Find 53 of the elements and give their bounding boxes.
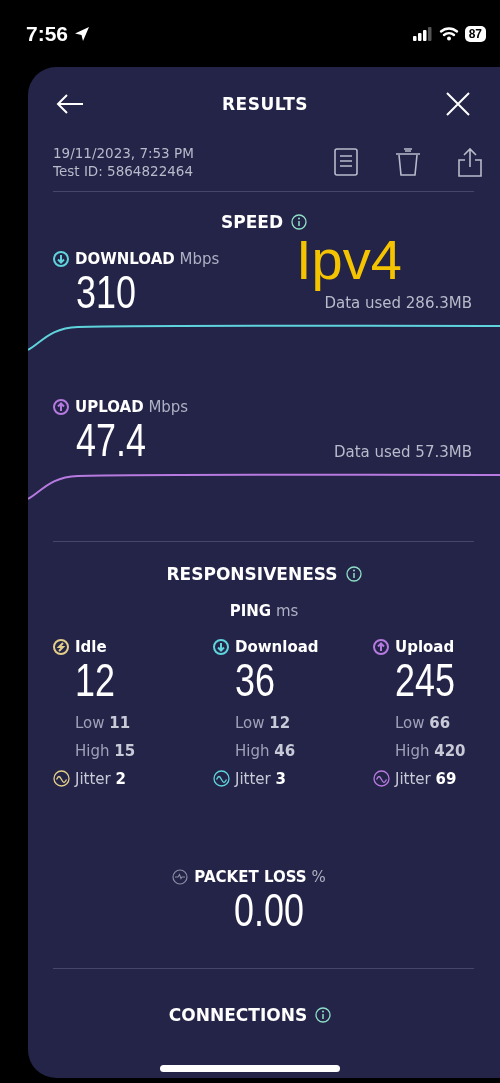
close-button[interactable] <box>446 92 470 116</box>
back-button[interactable] <box>56 93 84 115</box>
high-value: High 46 <box>234 741 297 760</box>
low-value: Low 11 <box>74 713 132 732</box>
data-used: Data used 286.3MB <box>324 294 472 313</box>
wifi-icon <box>438 26 459 41</box>
jitter-value: Jitter 2 <box>75 769 126 788</box>
ping-value: 36 <box>235 655 275 704</box>
section-title: SPEED <box>220 212 283 232</box>
wave-circle-icon <box>213 770 230 788</box>
screen-title: RESULTS <box>221 94 309 114</box>
annotation-text: Ipv4 <box>296 227 402 292</box>
ping-type-label: Idle <box>75 637 107 656</box>
metric-label: UPLOAD Mbps <box>75 398 189 417</box>
pulse-circle-icon <box>172 868 189 885</box>
details-button[interactable] <box>334 148 358 176</box>
signal-icon <box>412 26 433 41</box>
test-date: 19/11/2023, 7:53 PM <box>53 145 194 161</box>
battery-level: 87 <box>464 25 486 42</box>
wave-circle-icon <box>53 770 70 788</box>
high-value: High 420 <box>394 741 467 760</box>
wave-circle-icon <box>373 770 390 788</box>
metric-label: DOWNLOAD Mbps <box>75 250 220 268</box>
info-icon <box>291 214 307 230</box>
close-icon <box>446 92 470 116</box>
share-button[interactable] <box>458 147 482 177</box>
low-value: Low 12 <box>234 713 292 732</box>
low-value: Low 66 <box>394 713 452 732</box>
back-arrow-icon <box>56 93 84 115</box>
ping-value: 12 <box>75 655 115 704</box>
test-id: Test ID: 5864822464 <box>53 163 194 179</box>
speed-value: 310 <box>76 268 136 317</box>
packet-loss-label: PACKET LOSS % <box>194 867 326 886</box>
ping-type-label: Download <box>235 637 319 656</box>
jitter-value: Jitter 3 <box>235 769 286 788</box>
status-time: 7:56 <box>26 21 69 46</box>
delete-button[interactable] <box>394 147 422 177</box>
section-title: RESPONSIVENESS <box>166 563 338 584</box>
section-title: CONNECTIONS <box>168 1005 308 1026</box>
document-icon <box>334 148 358 176</box>
high-value: High 15 <box>74 741 137 760</box>
speed-value: 47.4 <box>76 416 146 465</box>
data-used: Data used 57.3MB <box>333 442 472 461</box>
info-icon <box>315 1007 332 1024</box>
ping-label: PING ms <box>228 601 300 620</box>
share-icon <box>458 147 482 177</box>
jitter-value: Jitter 69 <box>395 769 457 788</box>
ping-value: 245 <box>395 655 455 704</box>
trash-icon <box>394 147 422 177</box>
info-icon <box>345 565 362 582</box>
packet-loss-value: 0.00 <box>234 885 305 935</box>
location-arrow-icon <box>74 25 91 42</box>
ping-type-label: Upload <box>395 637 455 656</box>
